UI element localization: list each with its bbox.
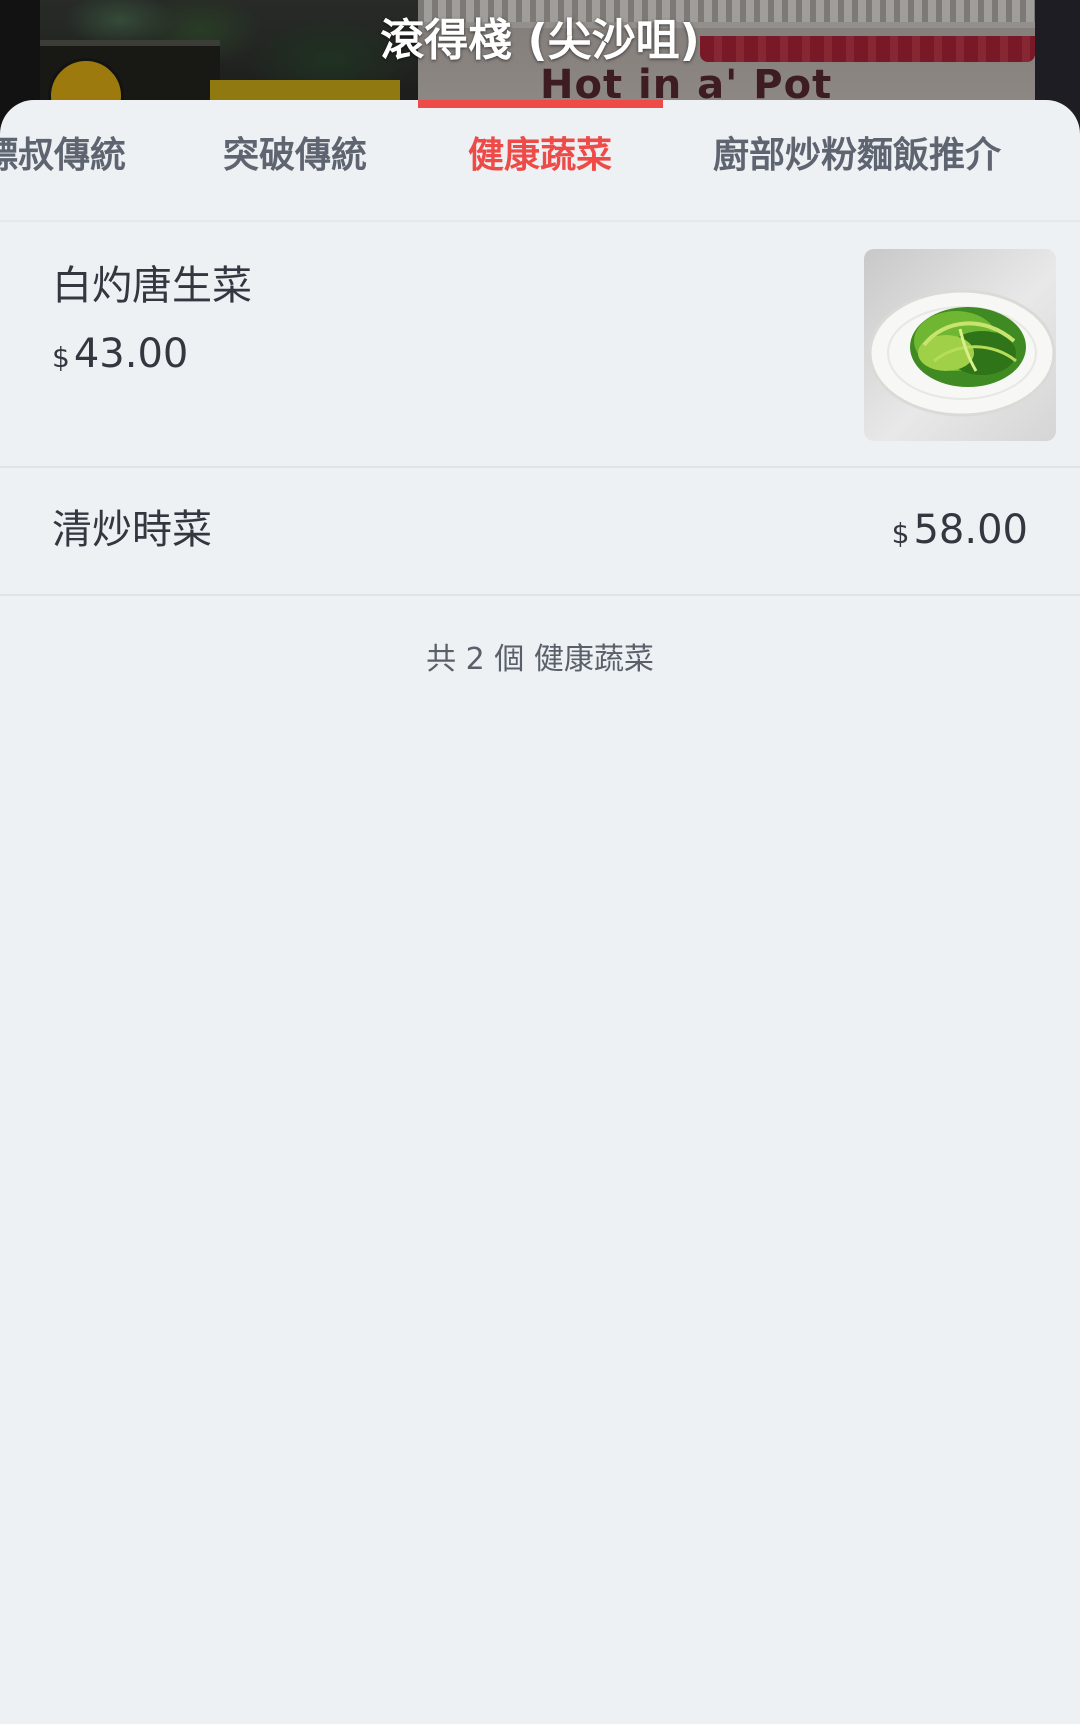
currency-symbol: $ bbox=[52, 341, 70, 374]
price-value: 43.00 bbox=[73, 331, 189, 377]
category-tab-bar[interactable]: 標叔傳統 突破傳統 健康蔬菜 廚部炒粉麵飯推介 bbox=[0, 100, 1080, 222]
menu-item[interactable]: 白灼唐生菜 $43.00 bbox=[0, 222, 1080, 468]
menu-item-name: 白灼唐生菜 bbox=[52, 263, 252, 309]
lettuce-plate-illustration bbox=[868, 289, 1056, 417]
menu-sheet: 標叔傳統 突破傳統 健康蔬菜 廚部炒粉麵飯推介 白灼唐生菜 $43.00 清炒時… bbox=[0, 100, 1080, 1724]
tab-kitchen-fried-noodles-rice[interactable]: 廚部炒粉麵飯推介 bbox=[713, 130, 1001, 182]
menu-item-name: 清炒時菜 bbox=[52, 507, 212, 553]
active-tab-indicator bbox=[418, 100, 663, 108]
tab-healthy-vegetables[interactable]: 健康蔬菜 bbox=[468, 130, 612, 182]
currency-symbol: $ bbox=[891, 517, 910, 550]
restaurant-title: 滾得棧 (尖沙咀) bbox=[380, 15, 700, 66]
menu-item-price: $43.00 bbox=[52, 326, 188, 386]
tab-breakthrough-traditional[interactable]: 突破傳統 bbox=[223, 130, 367, 182]
lettuce-dish-image[interactable] bbox=[864, 249, 1056, 441]
price-value: 58.00 bbox=[913, 507, 1028, 553]
tab-biu-suk-traditional[interactable]: 標叔傳統 bbox=[0, 130, 126, 182]
menu-item-price: $58.00 bbox=[892, 502, 1028, 562]
category-item-count: 共 2 個 健康蔬菜 bbox=[426, 642, 654, 677]
menu-item[interactable]: 清炒時菜 $58.00 bbox=[0, 468, 1080, 596]
